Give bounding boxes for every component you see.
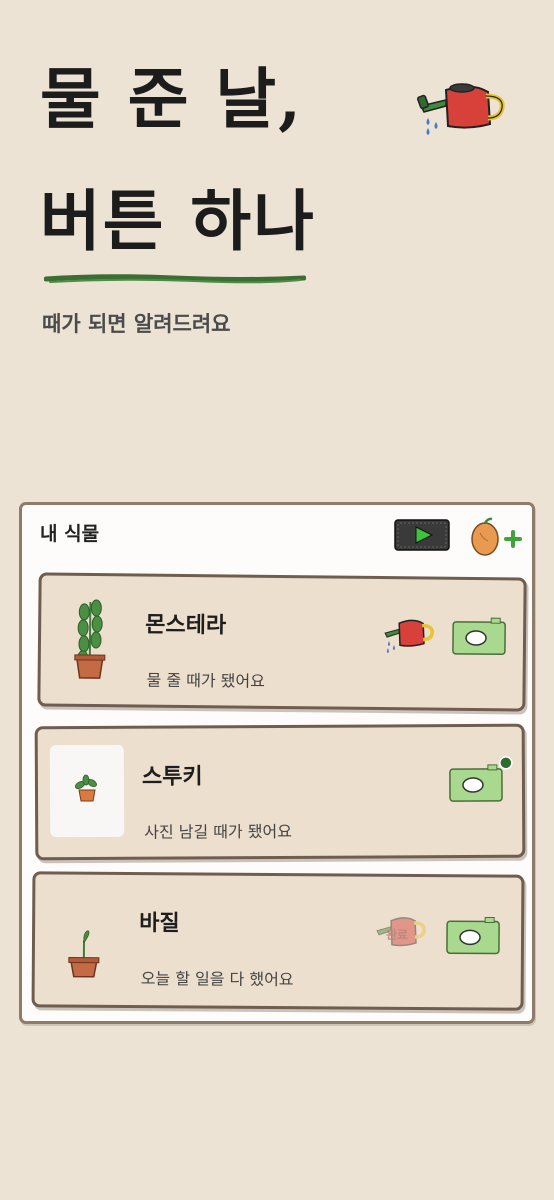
plant-status: 사진 남길 때가 됐어요	[144, 821, 293, 842]
subtitle: 때가 되면 알려드려요	[42, 312, 231, 336]
my-plants-panel: 내 식물 몬스테라 물 줄 때가 됐어요 스투키 사진 남길 때가 됐어요 바질…	[19, 502, 535, 1024]
video-tape-icon[interactable]	[394, 519, 450, 551]
plant-name: 스투키	[141, 763, 203, 790]
plant-pot-icon	[74, 599, 106, 679]
plant-pot-icon	[68, 930, 100, 978]
notification-dot-icon	[499, 756, 513, 770]
title-underline	[44, 274, 306, 284]
watering-can-icon[interactable]	[381, 615, 435, 656]
watering-can-done-icon[interactable]: 완료	[373, 915, 429, 955]
headline-line-2: 버튼 하나	[40, 182, 316, 261]
done-stamp: 완료	[386, 928, 408, 942]
panel-title: 내 식물	[40, 523, 100, 545]
camera-icon[interactable]	[445, 915, 501, 955]
plant-card-basil[interactable]: 바질 오늘 할 일을 다 했어요 완료	[31, 871, 525, 1011]
watering-can-icon	[417, 83, 505, 135]
plant-photo	[49, 744, 125, 838]
add-seed-icon[interactable]	[468, 515, 522, 557]
plant-status: 물 줄 때가 됐어요	[146, 670, 265, 691]
plant-name: 바질	[139, 910, 180, 937]
headline: 물 준 날, 버튼 하나	[40, 38, 400, 282]
camera-icon[interactable]	[448, 755, 514, 805]
headline-line-1: 물 준 날,	[40, 60, 304, 138]
plant-status: 오늘 할 일을 다 했어요	[140, 969, 294, 990]
plant-card-monstera[interactable]: 몬스테라 물 줄 때가 됐어요	[37, 572, 527, 712]
plant-pot-icon	[74, 774, 97, 802]
camera-icon[interactable]	[451, 616, 507, 657]
plant-name: 몬스테라	[145, 611, 227, 639]
plant-card-stuckyi[interactable]: 스투키 사진 남길 때가 됐어요	[34, 723, 526, 861]
